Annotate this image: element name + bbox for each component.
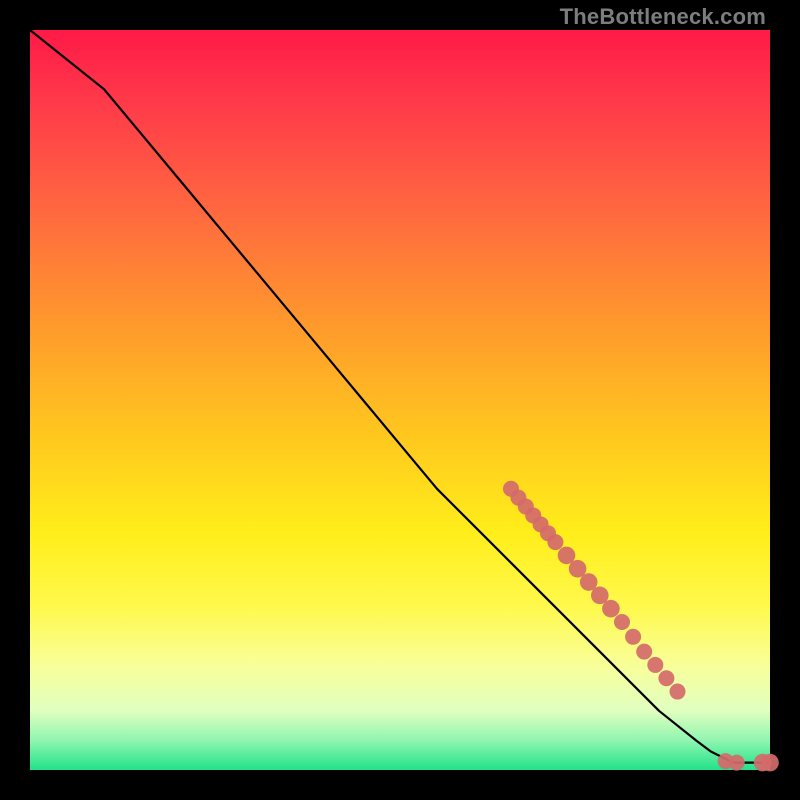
marker-dot — [658, 670, 674, 686]
curve-path — [30, 30, 770, 763]
marker-dot — [602, 600, 620, 618]
marker-dot — [761, 754, 779, 772]
curve-line — [30, 30, 770, 763]
marker-dot — [670, 684, 686, 700]
curve-markers — [503, 481, 779, 772]
frame: TheBottleneck.com — [0, 0, 800, 800]
marker-dot — [547, 534, 563, 550]
marker-dot — [614, 614, 630, 630]
marker-dot — [636, 644, 652, 660]
watermark-text: TheBottleneck.com — [560, 4, 766, 30]
marker-dot — [729, 755, 745, 771]
chart-overlay — [30, 30, 770, 770]
marker-dot — [647, 657, 663, 673]
marker-dot — [625, 629, 641, 645]
